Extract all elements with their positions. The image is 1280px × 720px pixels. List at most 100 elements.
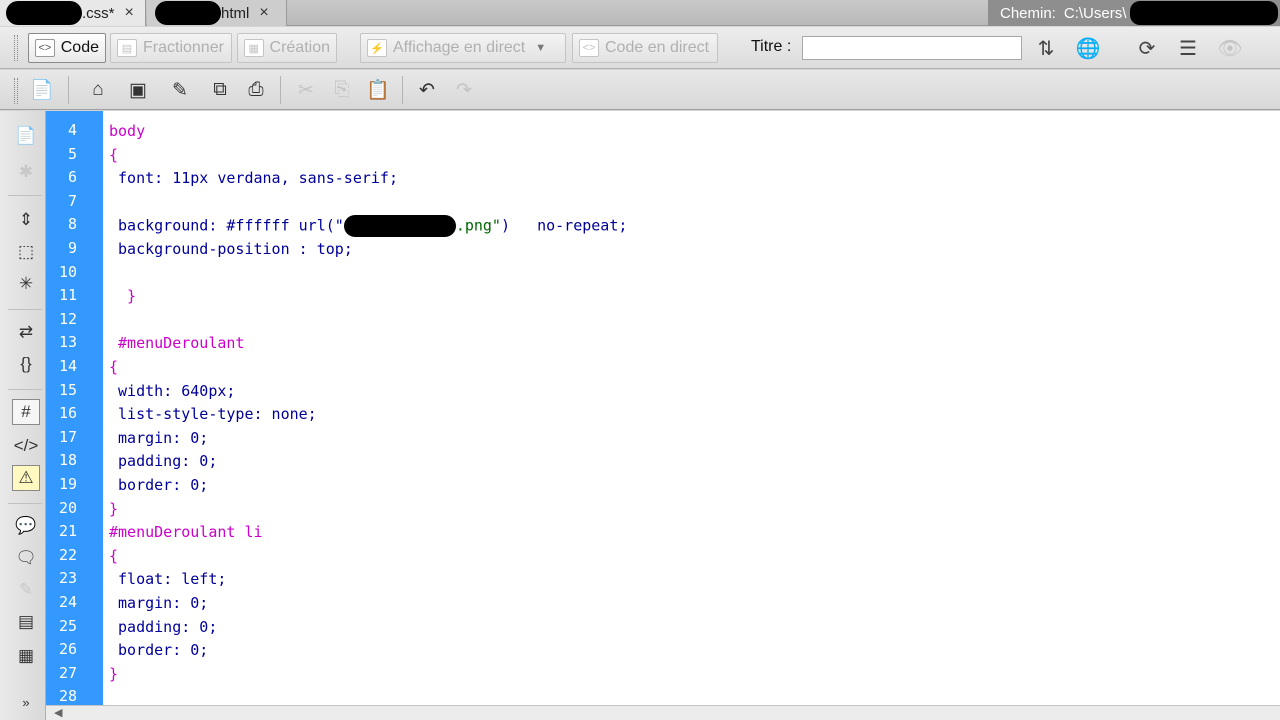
globe-preview-icon[interactable]: 🌐 (1074, 35, 1102, 61)
redacted-filename (155, 1, 221, 25)
expand-all-icon[interactable]: ✳ (12, 271, 40, 297)
live-view-icon: ⚡ (367, 39, 387, 57)
chevron-down-icon[interactable]: ▼ (535, 42, 546, 54)
select-parent-tag-icon[interactable]: ⇄ (12, 319, 40, 345)
line-number: 24 (58, 593, 77, 611)
copy-icon[interactable]: ⎘ (328, 76, 356, 104)
line-number: 10 (58, 262, 77, 281)
line-number: 18 (58, 451, 77, 470)
toolbar-separator (8, 195, 42, 196)
code-token: list-style-type (109, 405, 254, 424)
highlight-invalid-code-icon[interactable]: </> (12, 433, 40, 459)
code-token: float (109, 570, 164, 589)
tab-html-label: html (221, 4, 250, 22)
line-number: 17 (58, 427, 77, 446)
live-code-button[interactable]: <> Code en direct (572, 33, 718, 63)
redo-icon[interactable]: ↷ (450, 76, 478, 104)
browse-bridge-icon[interactable]: ▣ (124, 76, 152, 104)
refresh-icon[interactable]: ⟳ (1133, 35, 1161, 61)
code-token: : 0; (172, 641, 209, 660)
toolbar-separator (8, 389, 42, 390)
new-document-icon[interactable]: 📄 (28, 76, 56, 104)
code-token: background-position (109, 240, 290, 258)
live-view-label: Affichage en direct (393, 39, 526, 56)
toolbar-separator (402, 76, 403, 104)
code-line: { (109, 546, 118, 566)
close-icon[interactable]: × (259, 4, 268, 22)
collapse-selection-icon[interactable]: ⬚ (12, 239, 40, 265)
file-management-icon[interactable]: ⇅ (1032, 35, 1060, 61)
line-number: 25 (58, 616, 77, 635)
code-token: : 0; (181, 617, 218, 636)
tab-html-file[interactable]: html × (147, 0, 287, 26)
close-icon[interactable]: × (125, 4, 134, 22)
code-token: #menuDeroulant li (109, 523, 263, 542)
line-number: 15 (58, 380, 77, 399)
balance-braces-icon[interactable]: {} (12, 351, 40, 377)
split-view-button[interactable]: ▤ Fractionner (110, 33, 232, 63)
line-number: 23 (58, 569, 77, 588)
remove-comment-icon[interactable]: 🗨 (12, 545, 40, 571)
title-input[interactable] (802, 36, 1022, 60)
open-icon[interactable]: ⌂ (84, 76, 112, 104)
design-view-button[interactable]: ▦ Création (237, 33, 337, 63)
move-css-icon[interactable]: ▦ (12, 643, 40, 669)
code-line: margin: 0; (109, 428, 208, 448)
collapse-full-tag-icon[interactable]: ⇕ (12, 207, 40, 233)
live-code-label: Code en direct (605, 39, 710, 56)
code-token: font (109, 169, 155, 188)
line-number: 11 (58, 286, 77, 305)
code-line: border: 0; (109, 640, 208, 660)
toolbar-grip[interactable] (14, 35, 18, 61)
scroll-left-icon[interactable]: ◀ (54, 706, 62, 719)
code-token: : 0; (172, 428, 209, 447)
undo-icon[interactable]: ↶ (413, 76, 441, 104)
code-line: margin: 0; (109, 593, 208, 613)
code-view-button[interactable]: <> Code (28, 33, 106, 63)
paste-icon[interactable]: 📋 (364, 76, 392, 104)
code-token: : left; (163, 570, 227, 589)
apply-comment-icon[interactable]: 💬 (12, 513, 40, 539)
line-number: 13 (58, 333, 77, 352)
open-documents-icon[interactable]: 📄 (12, 123, 40, 149)
cut-icon[interactable]: ✂ (292, 76, 320, 104)
file-path: Chemin: C:\Users\ (988, 0, 1280, 26)
code-token: : 640px; (163, 381, 236, 400)
wrap-tag-icon[interactable]: ✎ (12, 577, 40, 603)
save-all-icon[interactable]: ⧉ (206, 76, 234, 104)
document-tab-bar: .css* × html × Chemin: C:\Users\ (0, 0, 1280, 26)
code-token: padding (109, 452, 182, 471)
live-view-button[interactable]: ⚡ Affichage en direct ▼ (360, 33, 566, 63)
code-line: padding: 0; (109, 617, 217, 637)
code-token: border (109, 476, 173, 494)
line-numbers-icon[interactable]: # (12, 399, 40, 425)
code-token: .png" (455, 216, 501, 235)
code-icon: <> (35, 39, 55, 57)
code-token: #menuDeroulant (109, 334, 245, 353)
save-icon[interactable]: ✎ (166, 76, 194, 104)
code-line: float: left; (109, 569, 226, 589)
horizontal-scrollbar[interactable]: ◀ (46, 705, 1280, 720)
code-line: } (109, 286, 136, 306)
toolbar-grip[interactable] (14, 78, 18, 104)
code-line: border: 0; (109, 475, 208, 495)
redacted-filename (6, 1, 82, 25)
show-code-navigator-icon[interactable]: ✱ (12, 159, 40, 185)
code-token: margin (109, 428, 173, 447)
code-token: { (109, 145, 119, 164)
redacted-filename (343, 215, 456, 238)
view-options-icon[interactable]: ☰ (1174, 35, 1202, 61)
recent-snippets-icon[interactable]: ▤ (12, 609, 40, 635)
visual-aids-icon[interactable]: 👁 (1216, 35, 1244, 61)
code-line: { (109, 357, 118, 377)
print-icon[interactable]: ⎙ (242, 76, 270, 104)
line-number: 6 (67, 168, 77, 187)
syntax-error-alerts-icon[interactable]: ⚠ (12, 465, 40, 491)
line-number: 27 (58, 663, 77, 682)
chevron-down-icon[interactable]: » (12, 689, 40, 715)
code-token: : 11px verdana, sans-serif; (154, 169, 398, 188)
code-line: background: #ffffff url(" .png") no-repea… (109, 215, 627, 238)
code-editor[interactable]: body { font: 11px verdana, sans-serif; ba… (103, 111, 1280, 705)
code-token: : 0; (181, 452, 218, 471)
tab-css-file[interactable]: .css* × (0, 0, 146, 26)
